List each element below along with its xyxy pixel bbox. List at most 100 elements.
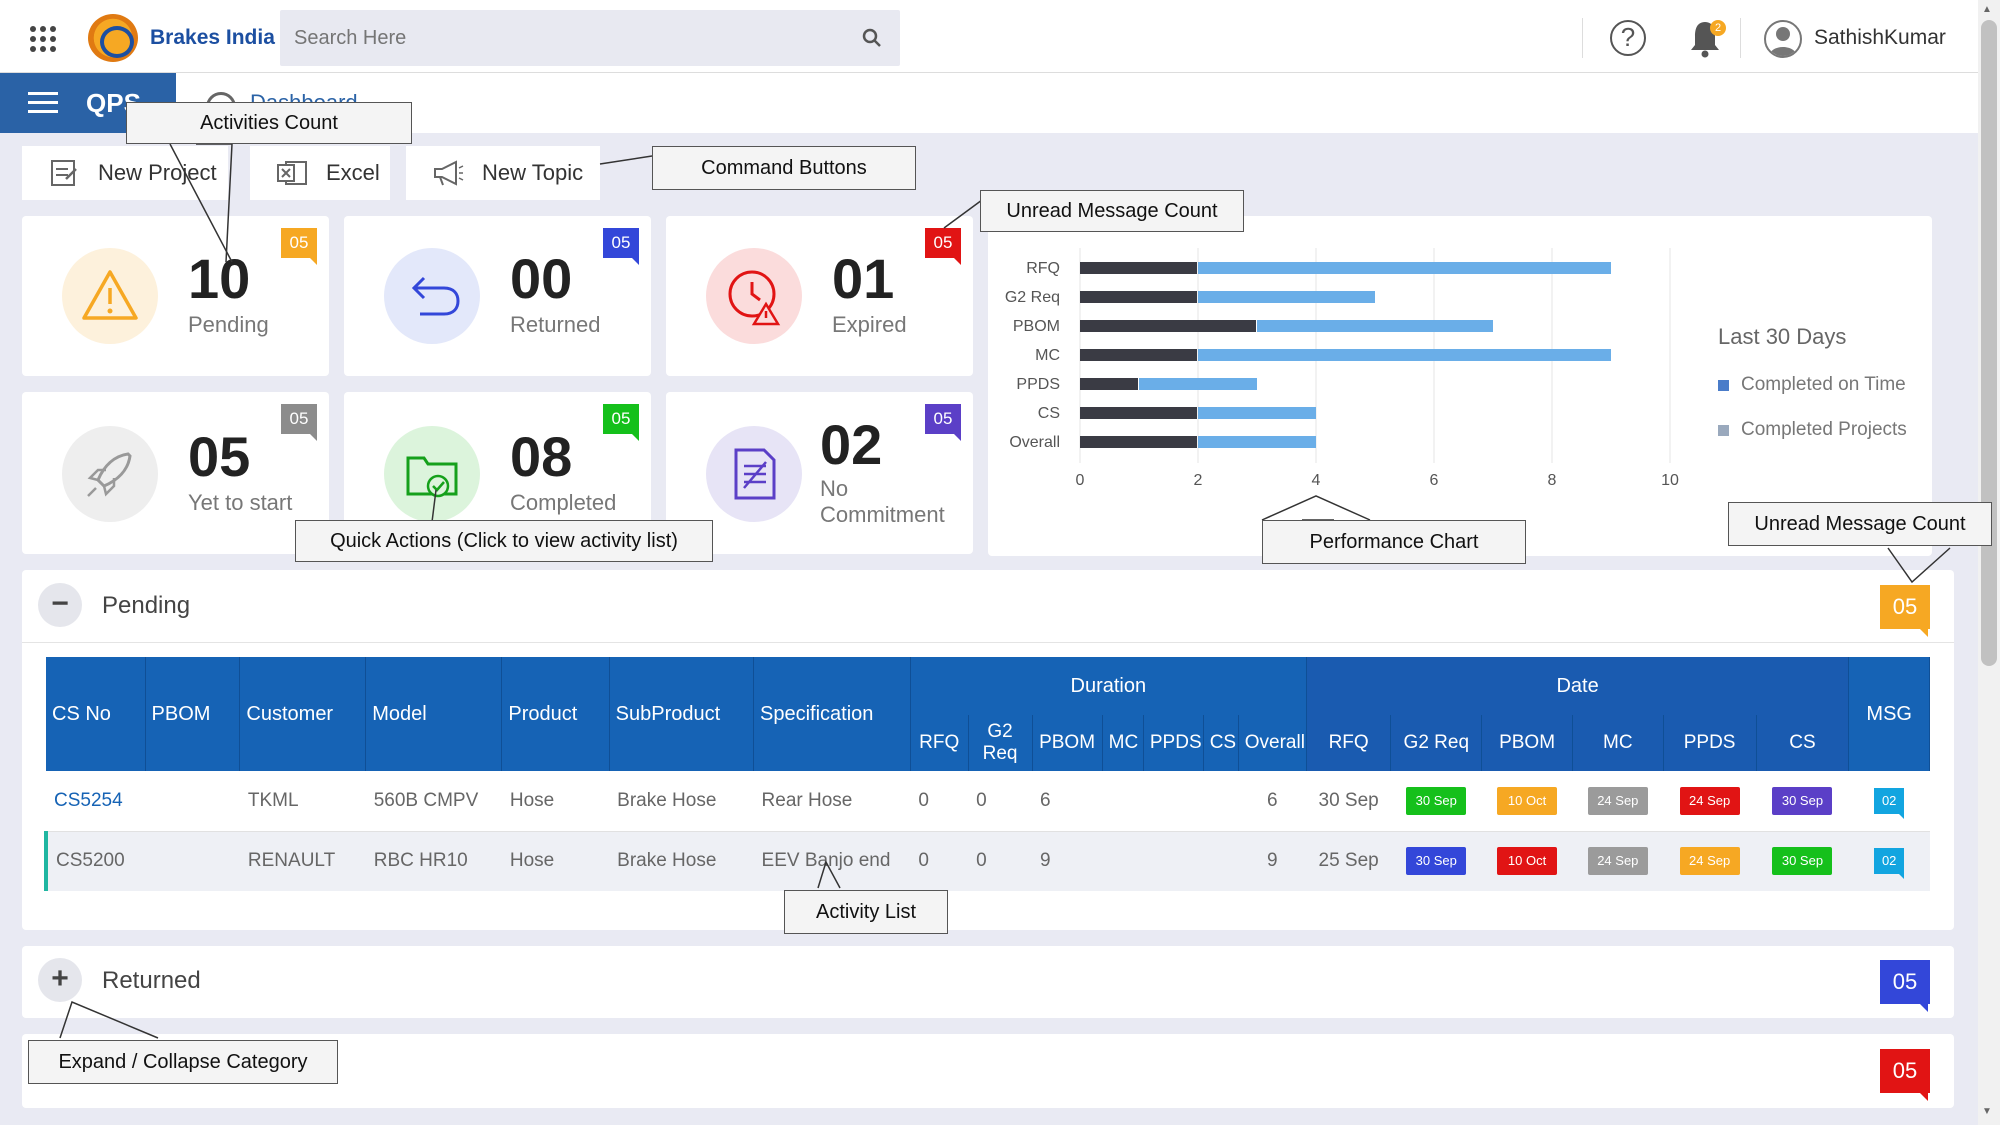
return-icon [384, 248, 480, 344]
x-tick-label: 4 [1312, 472, 1321, 489]
legend-item-completed-on-time: Completed on Time [1718, 374, 1906, 396]
col-customer[interactable]: Customer [239, 657, 367, 771]
unread-message-badge: 05 [603, 228, 639, 265]
col-cs-no[interactable]: CS No [46, 657, 146, 771]
hamburger-menu-icon[interactable] [28, 92, 58, 114]
returned-category-panel [22, 946, 1954, 1018]
scroll-up-arrow-icon[interactable]: ▲ [1982, 4, 1992, 15]
app-grid-icon[interactable] [30, 26, 56, 52]
excel-icon [277, 161, 307, 185]
card-label: No Commitment [820, 476, 945, 527]
card-label: Returned [510, 312, 601, 337]
cell-model: 560B CMPV [365, 771, 502, 832]
col-duration-pbom: PBOM [1032, 715, 1103, 771]
user-icon [1769, 27, 1797, 56]
card-expired[interactable]: 01 Expired 05 [666, 216, 973, 376]
legend-label: Completed Projects [1741, 419, 1907, 440]
bar-completed-on-time [1080, 320, 1256, 332]
card-count: 05 [188, 425, 251, 488]
cs-no-link[interactable]: CS5200 [43, 831, 146, 891]
callout-expand-collapse: Expand / Collapse Category [28, 1040, 338, 1084]
col-model[interactable]: Model [365, 657, 503, 771]
col-subproduct[interactable]: SubProduct [609, 657, 755, 771]
divider [1582, 18, 1583, 58]
card-label: Expired [832, 312, 907, 337]
cell-duration-ppds [1143, 831, 1204, 891]
bar-completed-projects [1257, 320, 1493, 332]
cell-customer: RENAULT [239, 831, 366, 891]
help-icon[interactable]: ? [1610, 20, 1646, 56]
cell-duration-g2-req: 0 [968, 771, 1032, 832]
card-count: 00 [510, 247, 573, 310]
card-label: Completed [510, 490, 617, 515]
category-title: Returned [102, 967, 201, 994]
col-duration-mc: MC [1102, 715, 1144, 771]
card-label: Yet to start [188, 490, 293, 515]
col-date-g2-req: G2 Req [1390, 715, 1483, 771]
date-pill: 10 Oct [1497, 786, 1558, 815]
col-duration-cs: CS [1203, 715, 1239, 771]
scrollbar-thumb[interactable] [1981, 20, 1997, 666]
divider [1740, 18, 1741, 58]
category-title: Pending [102, 592, 191, 619]
col-pbom[interactable]: PBOM [145, 657, 241, 771]
unread-message-badge: 05 [281, 404, 317, 441]
bar-completed-projects [1198, 262, 1611, 274]
legend-swatch [1718, 424, 1729, 436]
scroll-down-arrow-icon[interactable]: ▼ [1982, 1106, 1992, 1117]
card-returned[interactable]: 00 Returned 05 [344, 216, 651, 376]
y-tick-label: Overall [1009, 434, 1060, 451]
user-avatar[interactable] [1764, 20, 1802, 58]
date-pill: 10 Oct [1497, 847, 1558, 876]
col-duration-overall: Overall [1238, 715, 1307, 771]
col-duration-g2-req: G2 Req [968, 715, 1033, 771]
user-name[interactable]: SathishKumar [1814, 26, 1946, 50]
col-product[interactable]: Product [501, 657, 610, 771]
bar-completed-projects [1198, 291, 1375, 303]
cell-duration-ppds [1143, 771, 1204, 832]
unread-message-badge: 05 [925, 404, 961, 441]
date-pill: 24 Sep [1679, 847, 1740, 876]
card-yet-to-start[interactable]: 05 Yet to start 05 [22, 392, 329, 554]
y-tick-label: RFQ [1026, 260, 1060, 277]
cell-pbom [145, 771, 240, 832]
x-tick-label: 8 [1548, 472, 1557, 489]
new-project-button[interactable]: New Project [22, 146, 228, 200]
card-count: 01 [832, 247, 895, 310]
activity-list-table: CS No PBOM Customer Model Product SubPro… [43, 657, 1930, 891]
search-icon[interactable] [862, 28, 882, 48]
message-count-badge[interactable]: 02 [1874, 848, 1905, 880]
col-specification[interactable]: Specification [753, 657, 911, 771]
date-pill: 24 Sep [1587, 847, 1648, 876]
bar-completed-on-time [1080, 349, 1197, 361]
cell-subproduct: Brake Hose [609, 771, 754, 832]
excel-button[interactable]: Excel [250, 146, 390, 200]
expand-toggle[interactable]: + [38, 958, 82, 1002]
search-input[interactable] [294, 22, 834, 54]
legend-swatch [1718, 379, 1729, 391]
collapse-toggle[interactable]: − [38, 583, 82, 627]
table-row[interactable]: CS5200 RENAULT RBC HR10 Hose Brake Hose … [43, 831, 1930, 891]
cell-pbom [145, 831, 240, 891]
table-row[interactable]: CS5254 TKML 560B CMPV Hose Brake Hose Re… [46, 771, 1930, 832]
cell-date-rfq: 30 Sep [1306, 771, 1391, 832]
callout-unread-message-count: Unread Message Count [980, 190, 1244, 232]
cs-no-link[interactable]: CS5254 [46, 771, 146, 832]
new-topic-button[interactable]: New Topic [406, 146, 600, 200]
bar-completed-on-time [1080, 262, 1197, 274]
megaphone-icon [434, 160, 464, 186]
date-pill: 30 Sep [1406, 786, 1467, 815]
cell-product: Hose [501, 831, 610, 891]
card-pending[interactable]: 10 Pending 05 [22, 216, 329, 376]
cell-specification: Rear Hose [753, 771, 911, 832]
unread-message-badge: 05 [281, 228, 317, 265]
x-tick-label: 6 [1430, 472, 1439, 489]
callout-activities-count: Activities Count [126, 102, 412, 144]
divider [22, 642, 1954, 643]
new-topic-label: New Topic [482, 160, 584, 185]
y-tick-label: CS [1038, 405, 1060, 422]
callout-activity-list: Activity List [784, 890, 948, 934]
new-project-label: New Project [98, 160, 217, 185]
bar-completed-on-time [1080, 378, 1138, 390]
message-count-badge[interactable]: 02 [1874, 787, 1905, 819]
